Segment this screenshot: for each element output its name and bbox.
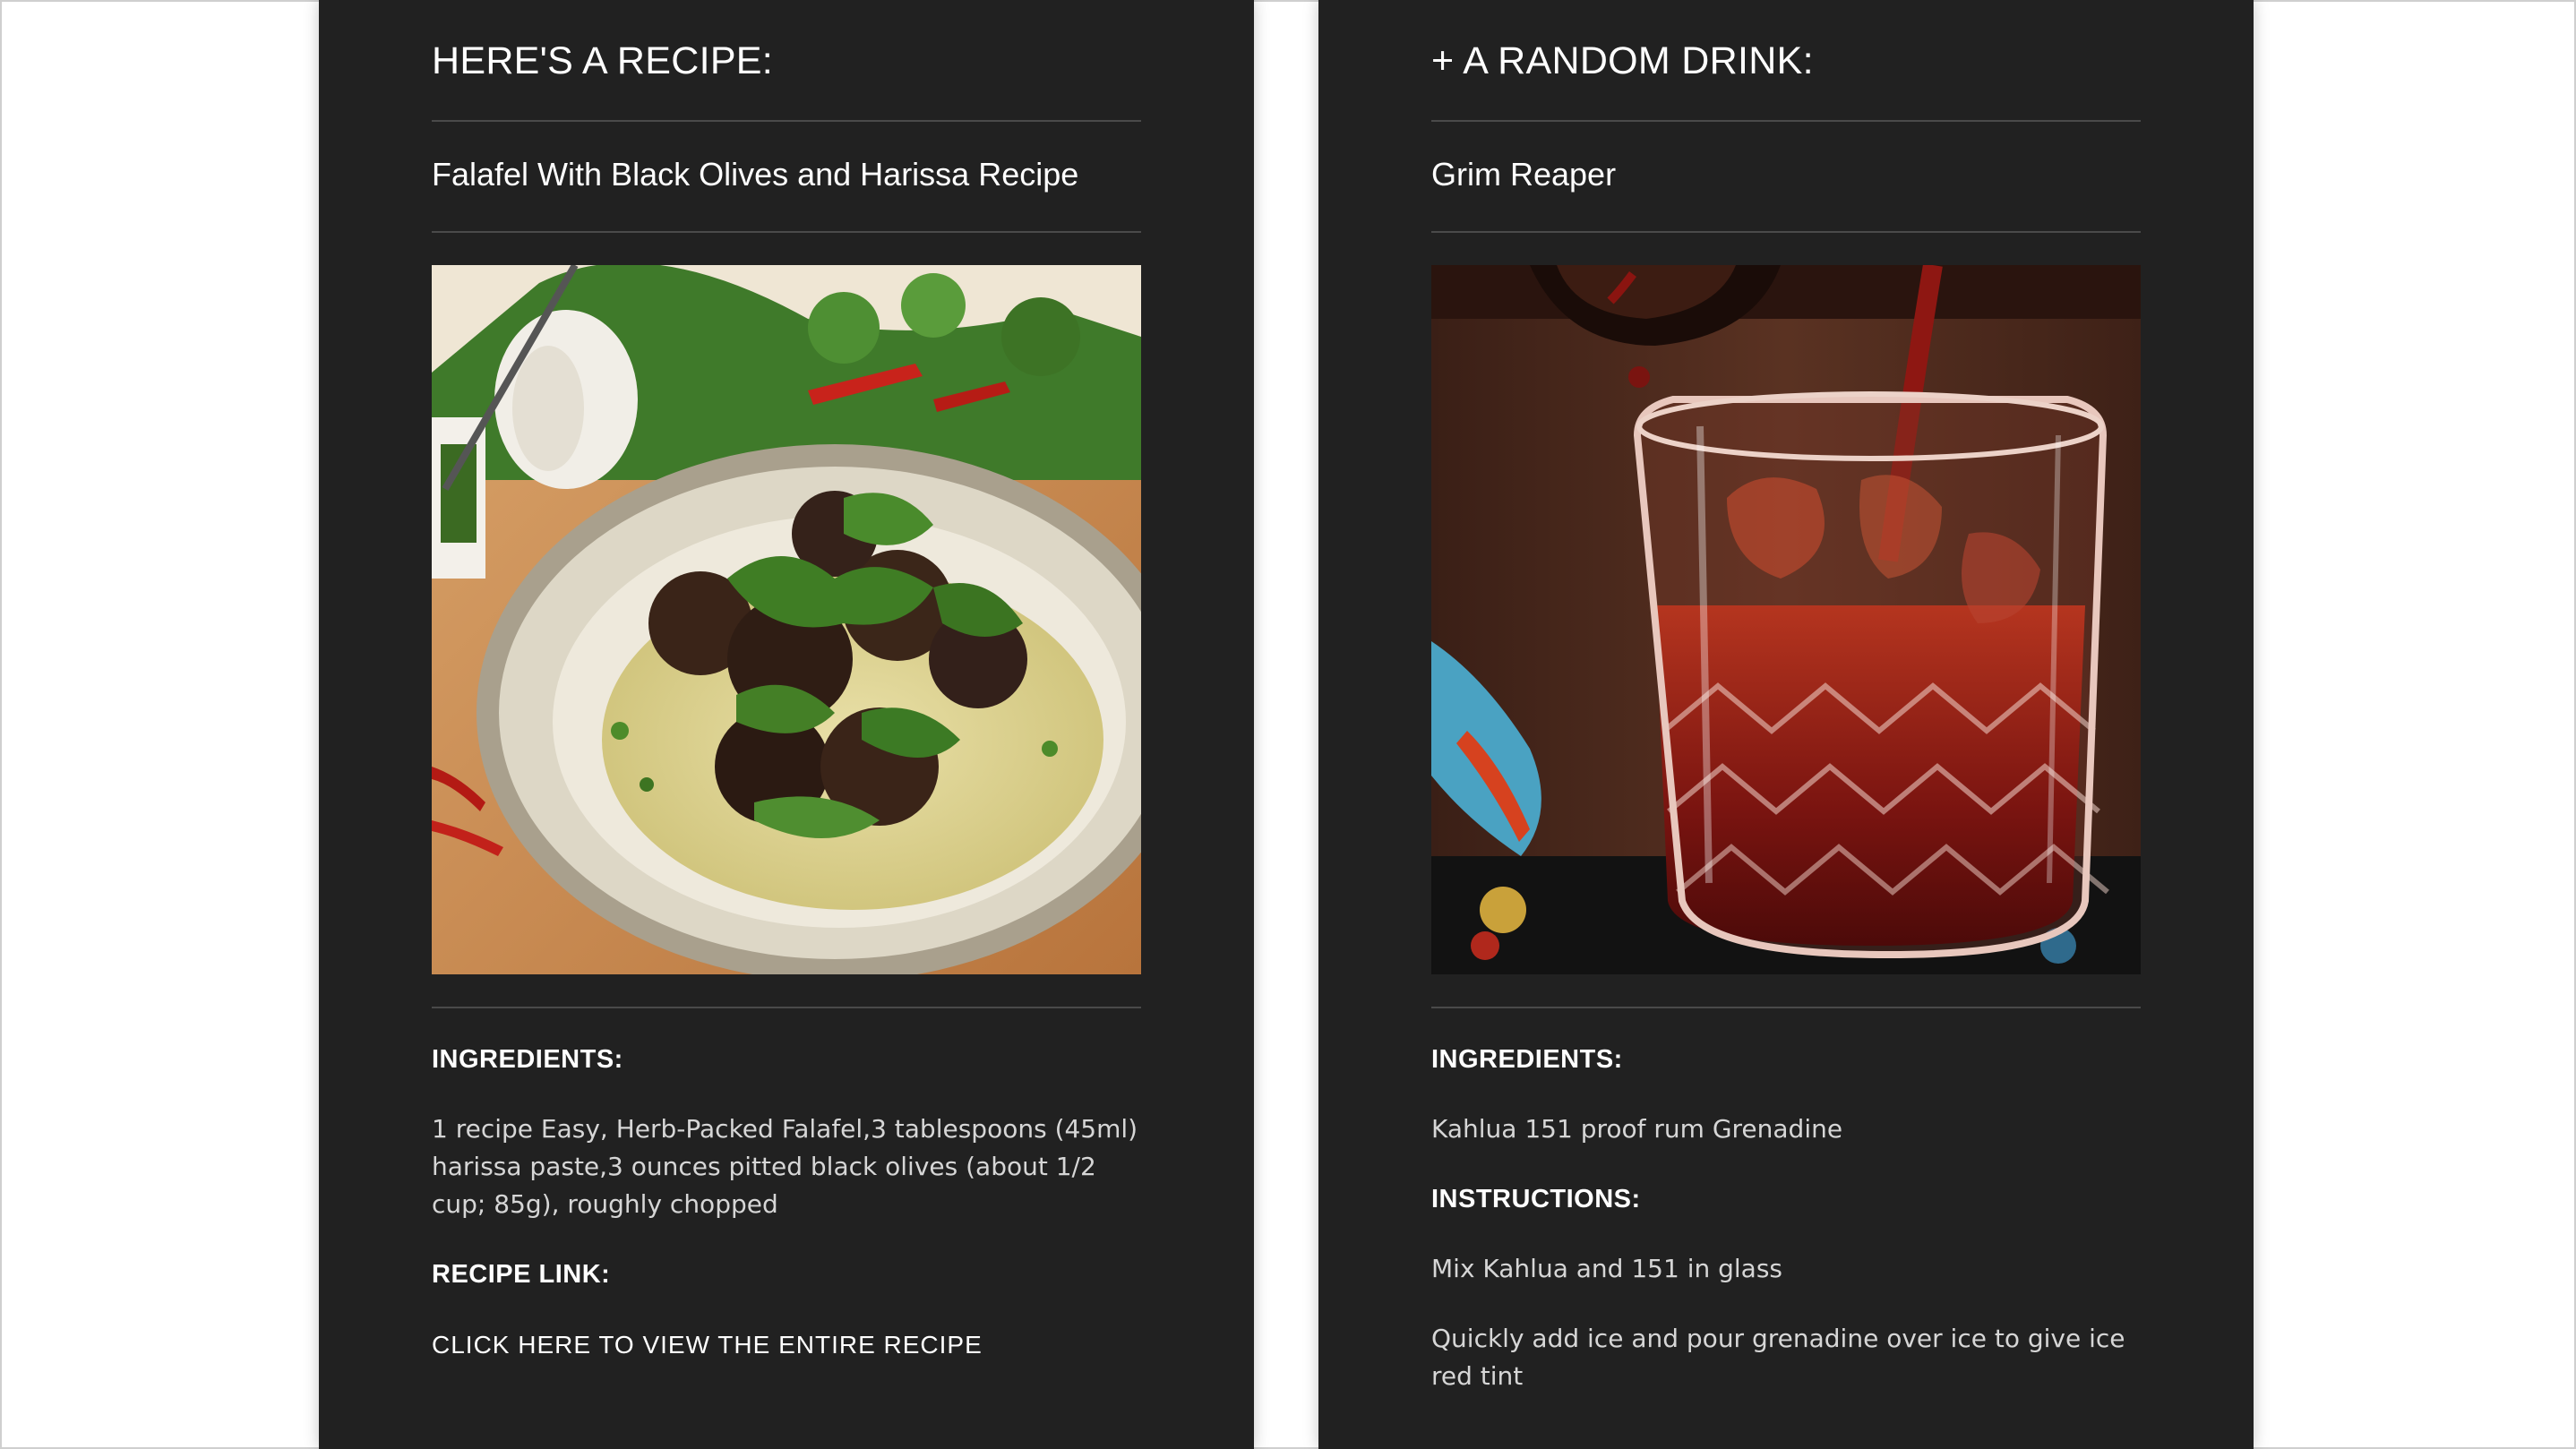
divider	[1431, 1007, 2141, 1008]
instruction-step: Quickly add ice and pour grenadine over …	[1431, 1324, 2125, 1391]
instructions-label: INSTRUCTIONS:	[1431, 1185, 1641, 1213]
divider	[432, 120, 1141, 122]
ingredients-label: INGREDIENTS:	[1431, 1045, 1623, 1074]
divider	[1431, 231, 2141, 233]
recipe-title: Falafel With Black Olives and Harissa Re…	[432, 156, 1079, 193]
divider	[1431, 120, 2141, 122]
recipe-card: HERE'S A RECIPE: Falafel With Black Oliv…	[319, 0, 1254, 1449]
recipe-card-heading: HERE'S A RECIPE:	[432, 39, 774, 82]
divider	[432, 1007, 1141, 1008]
instruction-step: Mix Kahlua and 151 in glass	[1431, 1254, 1782, 1283]
view-recipe-link[interactable]: CLICK HERE TO VIEW THE ENTIRE RECIPE	[432, 1331, 983, 1359]
ingredients-text: 1 recipe Easy, Herb-Packed Falafel,3 tab…	[432, 1114, 1138, 1219]
falafel-photo	[432, 265, 1141, 974]
drink-title: Grim Reaper	[1431, 156, 1617, 193]
drink-card: + A RANDOM DRINK: Grim Reaper INGREDIENT…	[1318, 0, 2254, 1449]
drink-card-heading: + A RANDOM DRINK:	[1431, 39, 1814, 82]
ingredients-text: Kahlua 151 proof rum Grenadine	[1431, 1114, 1843, 1144]
recipe-link-label: RECIPE LINK:	[432, 1260, 611, 1289]
divider	[432, 231, 1141, 233]
cocktail-photo	[1431, 265, 2141, 974]
ingredients-label: INGREDIENTS:	[432, 1045, 623, 1074]
